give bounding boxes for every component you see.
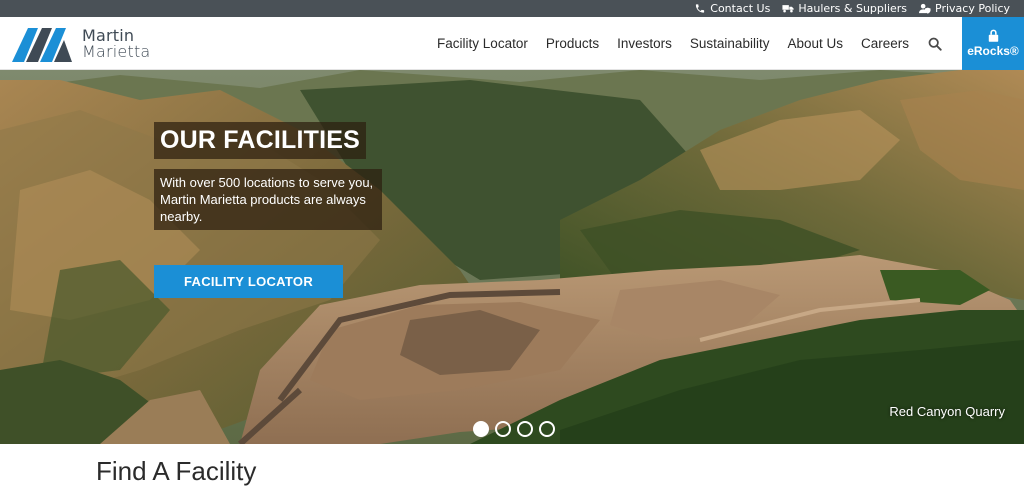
contact-us-label: Contact Us	[710, 2, 771, 15]
privacy-policy-label: Privacy Policy	[935, 2, 1010, 15]
lock-icon	[988, 29, 998, 42]
main-nav: Facility Locator Products Investors Sust…	[437, 17, 943, 70]
slide-dot-1[interactable]	[473, 421, 489, 437]
search-button[interactable]	[927, 36, 943, 52]
find-a-facility-heading: Find A Facility	[96, 456, 257, 486]
site-header: Martin Marietta Facility Locator Product…	[0, 17, 1024, 70]
nav-sustainability[interactable]: Sustainability	[690, 36, 770, 51]
facility-locator-button[interactable]: FACILITY LOCATOR	[154, 265, 343, 298]
slide-dot-4[interactable]	[539, 421, 555, 437]
utility-bar: Contact Us Haulers & Suppliers Privacy P…	[0, 0, 1024, 17]
hero-description: With over 500 locations to serve you, Ma…	[154, 169, 382, 230]
slide-dot-3[interactable]	[517, 421, 533, 437]
slider-pagination	[473, 421, 555, 437]
privacy-policy-link[interactable]: Privacy Policy	[919, 2, 1010, 15]
nav-products[interactable]: Products	[546, 36, 599, 51]
logo-mark-icon	[12, 28, 72, 62]
nav-facility-locator[interactable]: Facility Locator	[437, 36, 528, 51]
erocks-button[interactable]: eRocks®	[962, 17, 1024, 70]
nav-investors[interactable]: Investors	[617, 36, 672, 51]
martin-marietta-logo[interactable]: Martin Marietta	[12, 24, 152, 64]
truck-icon	[782, 5, 794, 13]
search-icon	[928, 37, 942, 51]
hero-slider: OUR FACILITIES With over 500 locations t…	[0, 70, 1024, 444]
logo-wordmark: Martin Marietta	[82, 28, 150, 60]
slide-caption: Red Canyon Quarry	[889, 404, 1005, 419]
haulers-suppliers-label: Haulers & Suppliers	[798, 2, 908, 15]
slide-dot-2[interactable]	[495, 421, 511, 437]
phone-icon	[696, 4, 705, 13]
nav-careers[interactable]: Careers	[861, 36, 909, 51]
contact-us-link[interactable]: Contact Us	[694, 2, 770, 15]
nav-about-us[interactable]: About Us	[787, 36, 843, 51]
user-shield-icon	[919, 3, 931, 14]
haulers-suppliers-link[interactable]: Haulers & Suppliers	[782, 2, 907, 15]
logo-line-2: Marietta	[82, 42, 151, 61]
hero-title: OUR FACILITIES	[154, 122, 367, 159]
erocks-label: eRocks®	[967, 44, 1019, 58]
